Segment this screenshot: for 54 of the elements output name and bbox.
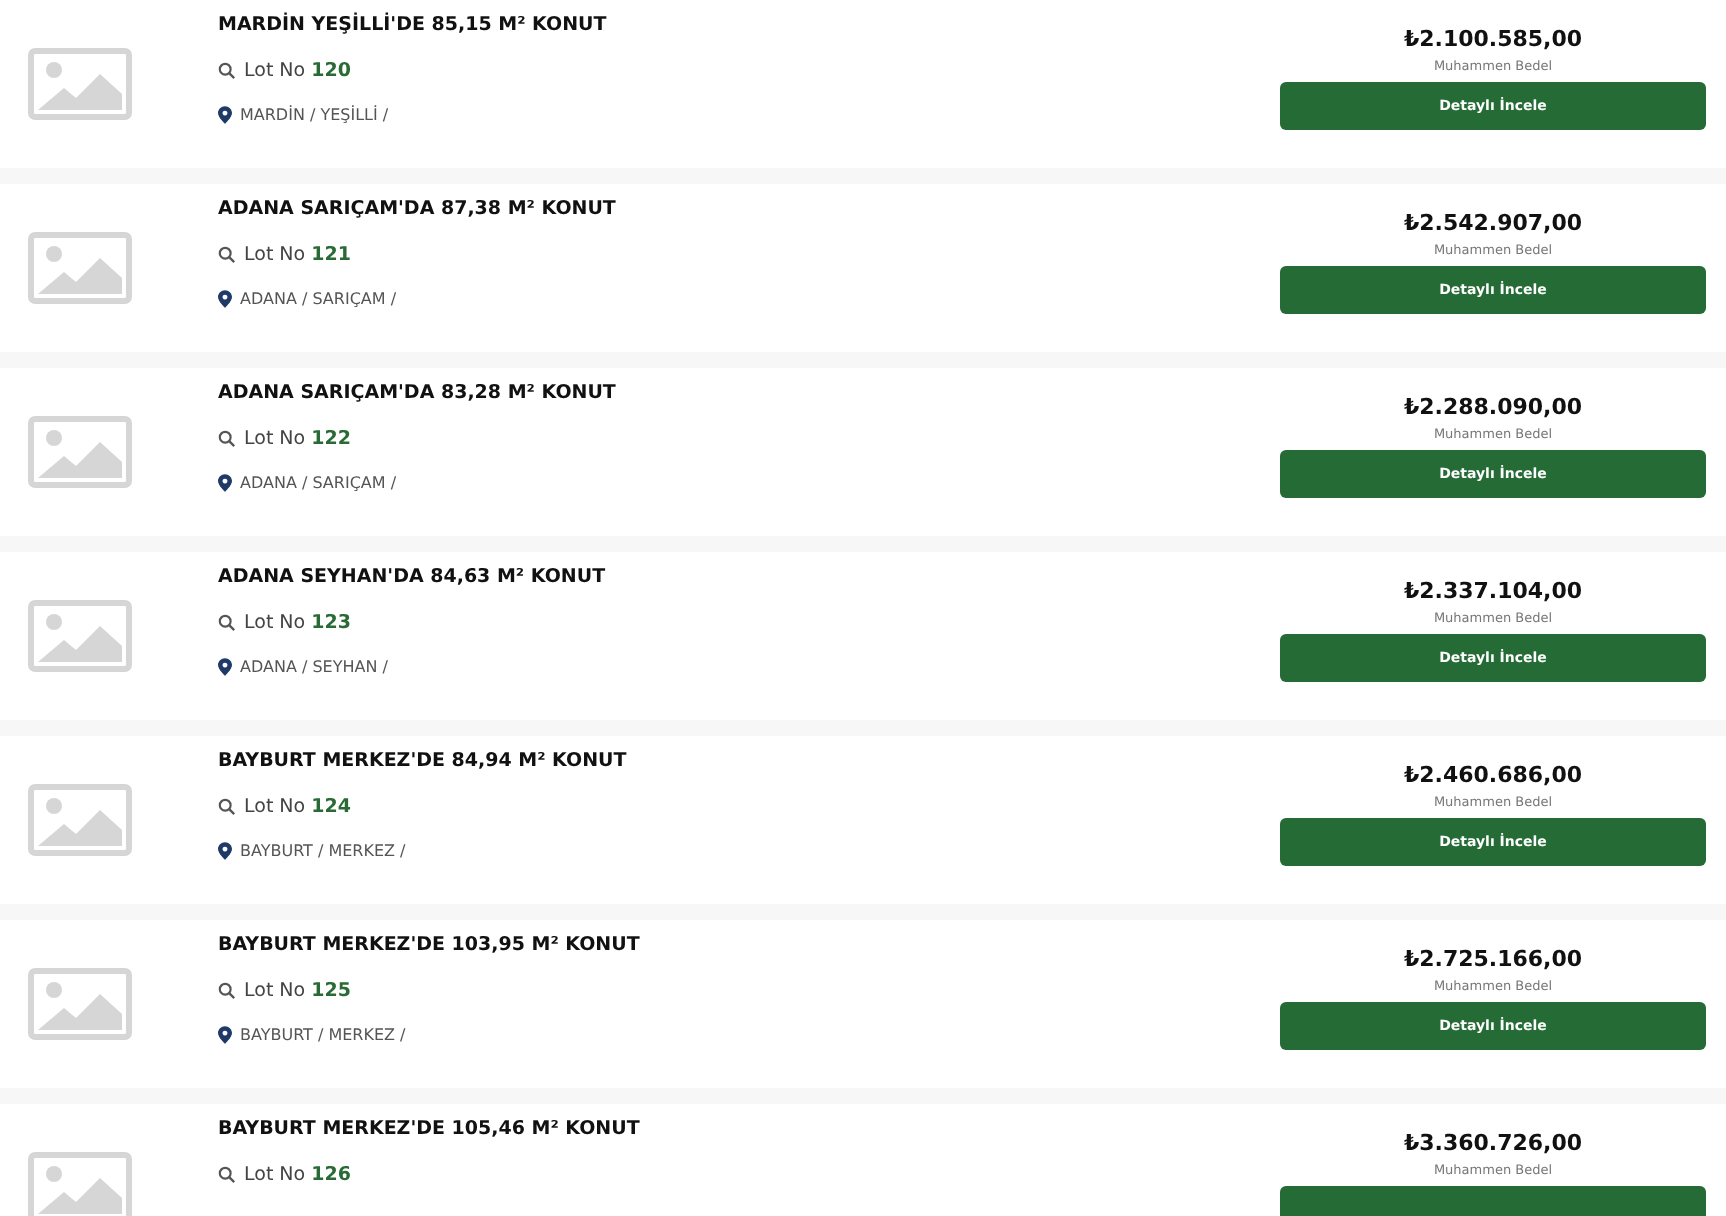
lot-label: Lot No: [244, 980, 306, 1002]
search-icon: [218, 246, 236, 264]
price: ₺2.460.686,00: [1403, 762, 1583, 790]
search-icon: [218, 1166, 236, 1184]
price: ₺2.542.907,00: [1403, 210, 1583, 238]
listing-title: ADANA SARIÇAM'DA 87,38 M² KONUT: [218, 196, 618, 224]
lot-label: Lot No: [244, 244, 306, 266]
lot-number: 121: [311, 244, 351, 266]
search-icon: [218, 614, 236, 632]
listing-title: ADANA SARIÇAM'DA 83,28 M² KONUT: [218, 380, 618, 408]
lot-number: 123: [311, 612, 351, 634]
location-pin-icon: [218, 842, 232, 860]
image-placeholder-icon: [28, 968, 132, 1040]
lot-number: 120: [311, 60, 351, 82]
lot-label: Lot No: [244, 612, 306, 634]
lot-label: Lot No: [244, 60, 306, 82]
location-pin-icon: [218, 474, 232, 492]
location-pin-icon: [218, 1026, 232, 1044]
image-placeholder-icon: [28, 784, 132, 856]
listing-title: BAYBURT MERKEZ'DE 103,95 M² KONUT: [218, 932, 642, 960]
price: ₺2.337.104,00: [1403, 578, 1583, 606]
image-placeholder-icon: [28, 232, 132, 304]
location-text: ADANA / SARIÇAM /: [240, 474, 397, 492]
price: ₺2.100.585,00: [1403, 26, 1583, 54]
location-text: BAYBURT / MERKEZ /: [240, 1026, 406, 1044]
search-icon: [218, 798, 236, 816]
location-pin-icon: [218, 106, 232, 124]
lot-number: 125: [311, 980, 351, 1002]
listing-title: ADANA SEYHAN'DA 84,63 M² KONUT: [218, 564, 608, 592]
lot-label: Lot No: [244, 1164, 306, 1186]
price: ₺2.725.166,00: [1403, 946, 1583, 974]
location-text: ADANA / SARIÇAM /: [240, 290, 397, 308]
listing-title: BAYBURT MERKEZ'DE 105,46 M² KONUT: [218, 1116, 642, 1144]
search-icon: [218, 982, 236, 1000]
location-text: MARDİN / YEŞİLLİ /: [240, 106, 389, 124]
listing-title: BAYBURT MERKEZ'DE 84,94 M² KONUT: [218, 748, 629, 776]
image-placeholder-icon: [28, 1152, 132, 1216]
image-placeholder-icon: [28, 48, 132, 120]
price: ₺3.360.726,00: [1403, 1130, 1583, 1158]
search-icon: [218, 62, 236, 80]
lot-number: 126: [311, 1164, 351, 1186]
listing-title: MARDİN YEŞİLLİ'DE 85,15 M² KONUT: [218, 12, 609, 40]
image-placeholder-icon: [28, 416, 132, 488]
lot-number: 122: [311, 428, 351, 450]
lot-label: Lot No: [244, 796, 306, 818]
location-text: ADANA / SEYHAN /: [240, 658, 388, 676]
price: ₺2.288.090,00: [1403, 394, 1583, 422]
image-placeholder-icon: [28, 600, 132, 672]
search-icon: [218, 430, 236, 448]
location-pin-icon: [218, 290, 232, 308]
location-pin-icon: [218, 658, 232, 676]
lot-label: Lot No: [244, 428, 306, 450]
lot-number: 124: [311, 796, 351, 818]
location-text: BAYBURT / MERKEZ /: [240, 842, 406, 860]
